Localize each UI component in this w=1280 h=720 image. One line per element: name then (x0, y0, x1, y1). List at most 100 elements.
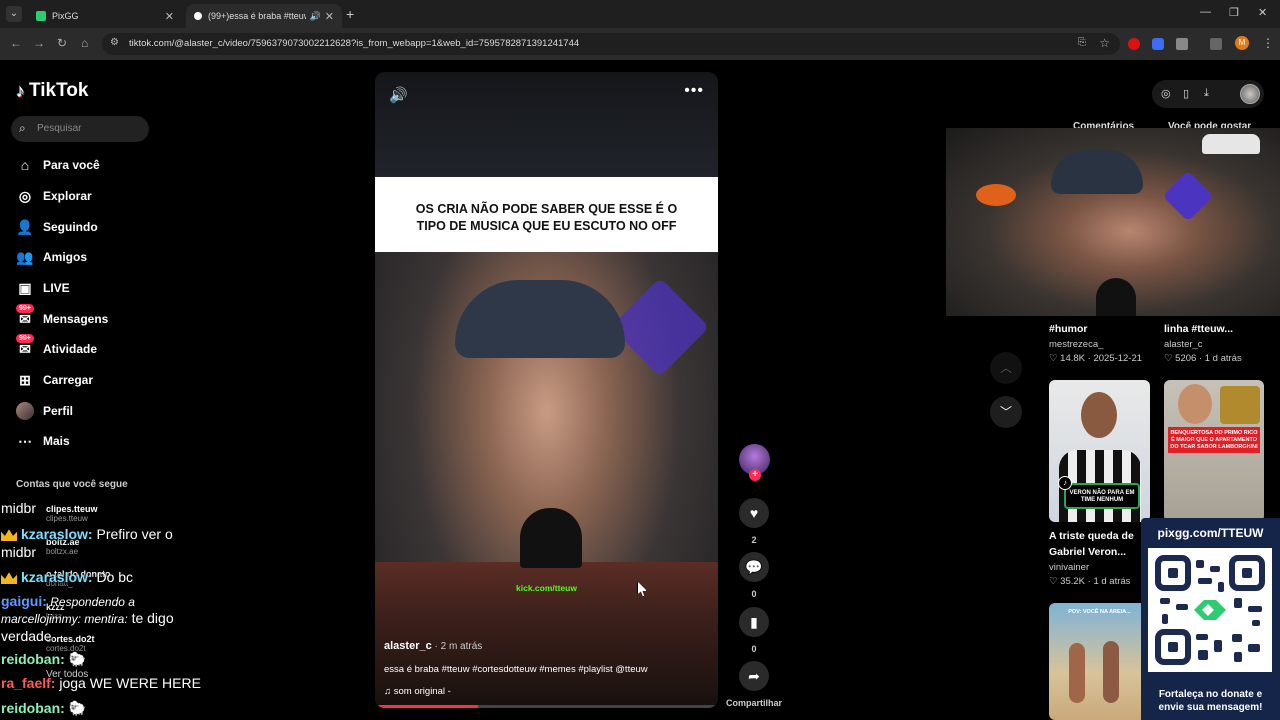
more-options-icon[interactable]: ••• (684, 82, 704, 100)
tab-title: (99+)essa é braba #tteuw # (208, 11, 306, 21)
chat-message: kzaraslow: Prefiro ver o (1, 526, 173, 543)
pixgg-favicon-icon (36, 11, 46, 21)
close-icon[interactable]: ✕ (165, 10, 174, 23)
sidebar-item-label: Para você (43, 158, 100, 172)
profile-avatar[interactable]: M (1235, 36, 1249, 50)
close-window-icon[interactable]: ✕ (1258, 6, 1267, 19)
suggested-author[interactable]: alaster_c (1164, 339, 1203, 350)
device-icon[interactable]: ▯ (1183, 87, 1189, 100)
chat-text: marcellojimmy: mentira: (1, 612, 128, 626)
new-tab-button[interactable]: + (346, 6, 354, 22)
sidebar-item-amigos[interactable]: 👥 Amigos (16, 247, 87, 267)
tiktok-logo[interactable]: ♪ TikTok (16, 80, 88, 102)
search-input[interactable]: ⌕ Pesquisar (11, 116, 149, 142)
browser-menu-icon[interactable]: ⋮ (1262, 36, 1274, 50)
post-date: 1 d atrás (1204, 353, 1242, 364)
video-sound[interactable]: ♫ som original - (384, 686, 451, 697)
extension-audio-icon[interactable] (1152, 38, 1164, 50)
sidebar-item-live[interactable]: ▣ LIVE (16, 278, 69, 298)
chat-text: midbr (1, 500, 37, 516)
suggested-thumbnail[interactable]: VERON NÃO PARA EM TIME NENHUM ♪ (1049, 380, 1150, 522)
heart-icon: ♥ (749, 505, 759, 521)
sidebar-item-mais[interactable]: ⋯ Mais (16, 431, 70, 451)
microphone-shape (520, 508, 582, 568)
tab-title: PixGG (52, 11, 79, 21)
video-player[interactable]: OS CRIA NÃO PODE SABER QUE ESSE É O TIPO… (375, 72, 718, 708)
extension-red-icon[interactable] (1128, 38, 1140, 50)
save-button[interactable]: ▮ (739, 607, 769, 637)
save-count: 0 (751, 644, 757, 654)
heart-decoration (610, 277, 710, 377)
suggested-title[interactable]: linha #tteuw... (1164, 321, 1233, 337)
compass-icon[interactable]: ◎ (1161, 87, 1171, 100)
chat-username: reidoban: (1, 700, 65, 716)
sidebar-item-carregar[interactable]: ⊞ Carregar (16, 370, 93, 390)
extensions-puzzle-icon[interactable] (1176, 38, 1188, 50)
suggested-thumbnail[interactable]: POV: VOCÊ NA AREIA... (1049, 603, 1150, 720)
speaker-icon[interactable]: 🔊 (310, 11, 321, 22)
home-icon: ⌂ (20, 157, 30, 173)
comment-button[interactable]: 💬 (739, 552, 769, 582)
creator-avatar[interactable]: + (739, 444, 770, 481)
suggested-thumbnail[interactable]: BENQUERTOSA DO PRIMO RICO É MAIOR QUE O … (1164, 380, 1264, 522)
next-video-button[interactable]: ﹀ (990, 396, 1022, 428)
close-icon[interactable]: ✕ (325, 10, 334, 23)
home-icon[interactable]: ⌂ (81, 36, 88, 50)
install-app-icon[interactable]: ⎘ (1078, 37, 1086, 48)
media-control-icon[interactable] (1210, 38, 1222, 50)
friends-icon: 👥 (16, 248, 34, 265)
following-icon: 👤 (16, 218, 34, 235)
kick-link-text: kick.com/tteuw (516, 583, 577, 593)
video-progress-bar[interactable] (375, 705, 718, 708)
donation-panel: pixgg.com/TTEUW Fortaleça no donate e en… (1141, 518, 1280, 720)
suggested-title[interactable]: #humor (1049, 321, 1088, 337)
minimize-icon[interactable]: — (1200, 6, 1211, 18)
tab-pixgg[interactable]: PixGG ✕ (28, 4, 182, 28)
address-bar[interactable]: ⚙ tiktok.com/@alaster_c/video/7596379073… (102, 33, 1120, 55)
restore-icon[interactable]: ❐ (1229, 6, 1239, 19)
comment-count: 0 (751, 589, 757, 599)
download-icon[interactable]: ⤓ (1204, 87, 1209, 100)
sidebar-item-label: Explorar (43, 189, 92, 203)
chat-text: Respondendo a (46, 595, 135, 609)
suggested-author[interactable]: mestrezeca_ (1049, 339, 1103, 350)
sidebar-item-perfil[interactable]: Perfil (16, 401, 73, 421)
sidebar-item-para-voce[interactable]: ⌂ Para você (16, 155, 100, 175)
tiktok-note-icon: ♪ (16, 80, 25, 101)
chat-message: kzaraslow: Do bc (1, 569, 133, 586)
view-count: ♡ 14.8K (1049, 353, 1085, 364)
share-button[interactable]: ➦ (739, 661, 769, 691)
cap-shape (1051, 150, 1143, 194)
volume-icon[interactable]: 🔊 (389, 86, 408, 104)
more-icon: ⋯ (18, 432, 32, 449)
sidebar-item-seguindo[interactable]: 👤 Seguindo (16, 217, 97, 237)
sidebar-item-atividade[interactable]: ✉ 99+ Atividade (16, 334, 97, 359)
bookmark-star-icon[interactable]: ☆ (1099, 36, 1110, 50)
chat-text: joga WE WERE HERE (55, 675, 201, 691)
like-button[interactable]: ♥ (739, 498, 769, 528)
site-info-icon[interactable]: ⚙ (110, 37, 119, 48)
follow-plus-icon[interactable]: + (749, 469, 761, 481)
back-icon[interactable]: ← (10, 36, 22, 50)
caption-line: OS CRIA NÃO PODE SABER QUE ESSE É O (415, 202, 678, 216)
chat-text: 🐑 (64, 651, 87, 667)
tab-tiktok[interactable]: (99+)essa é braba #tteuw # 🔊 ✕ (186, 4, 342, 28)
avatar[interactable] (1240, 84, 1260, 104)
sidebar-item-mensagens[interactable]: ✉ 99+ Mensagens (16, 304, 108, 329)
car-model (1202, 134, 1260, 154)
sidebar-item-explorar[interactable]: ◎ Explorar (16, 186, 92, 206)
search-placeholder: Pesquisar (37, 123, 82, 134)
tab-list-button[interactable]: ⌄ (6, 6, 22, 22)
previous-video-button[interactable]: ︿ (990, 352, 1022, 384)
donation-cta: Fortaleça no donate e envie sua mensagem… (1141, 688, 1280, 714)
reload-icon[interactable]: ↻ (57, 36, 67, 50)
suggested-author[interactable]: vinivainer (1049, 562, 1089, 573)
video-progress-fill (375, 705, 478, 708)
video-author[interactable]: alaster_c · 2 m atrás (384, 640, 482, 652)
forward-icon[interactable]: → (33, 36, 45, 50)
chat-text: te digo (127, 610, 174, 626)
suggested-title[interactable]: Gabriel Veron... (1049, 544, 1126, 560)
video-caption-overlay: OS CRIA NÃO PODE SABER QUE ESSE É O TIPO… (375, 177, 718, 252)
suggested-title[interactable]: A triste queda de (1049, 528, 1134, 544)
chat-message: reidoban: 🐑 (1, 700, 86, 717)
